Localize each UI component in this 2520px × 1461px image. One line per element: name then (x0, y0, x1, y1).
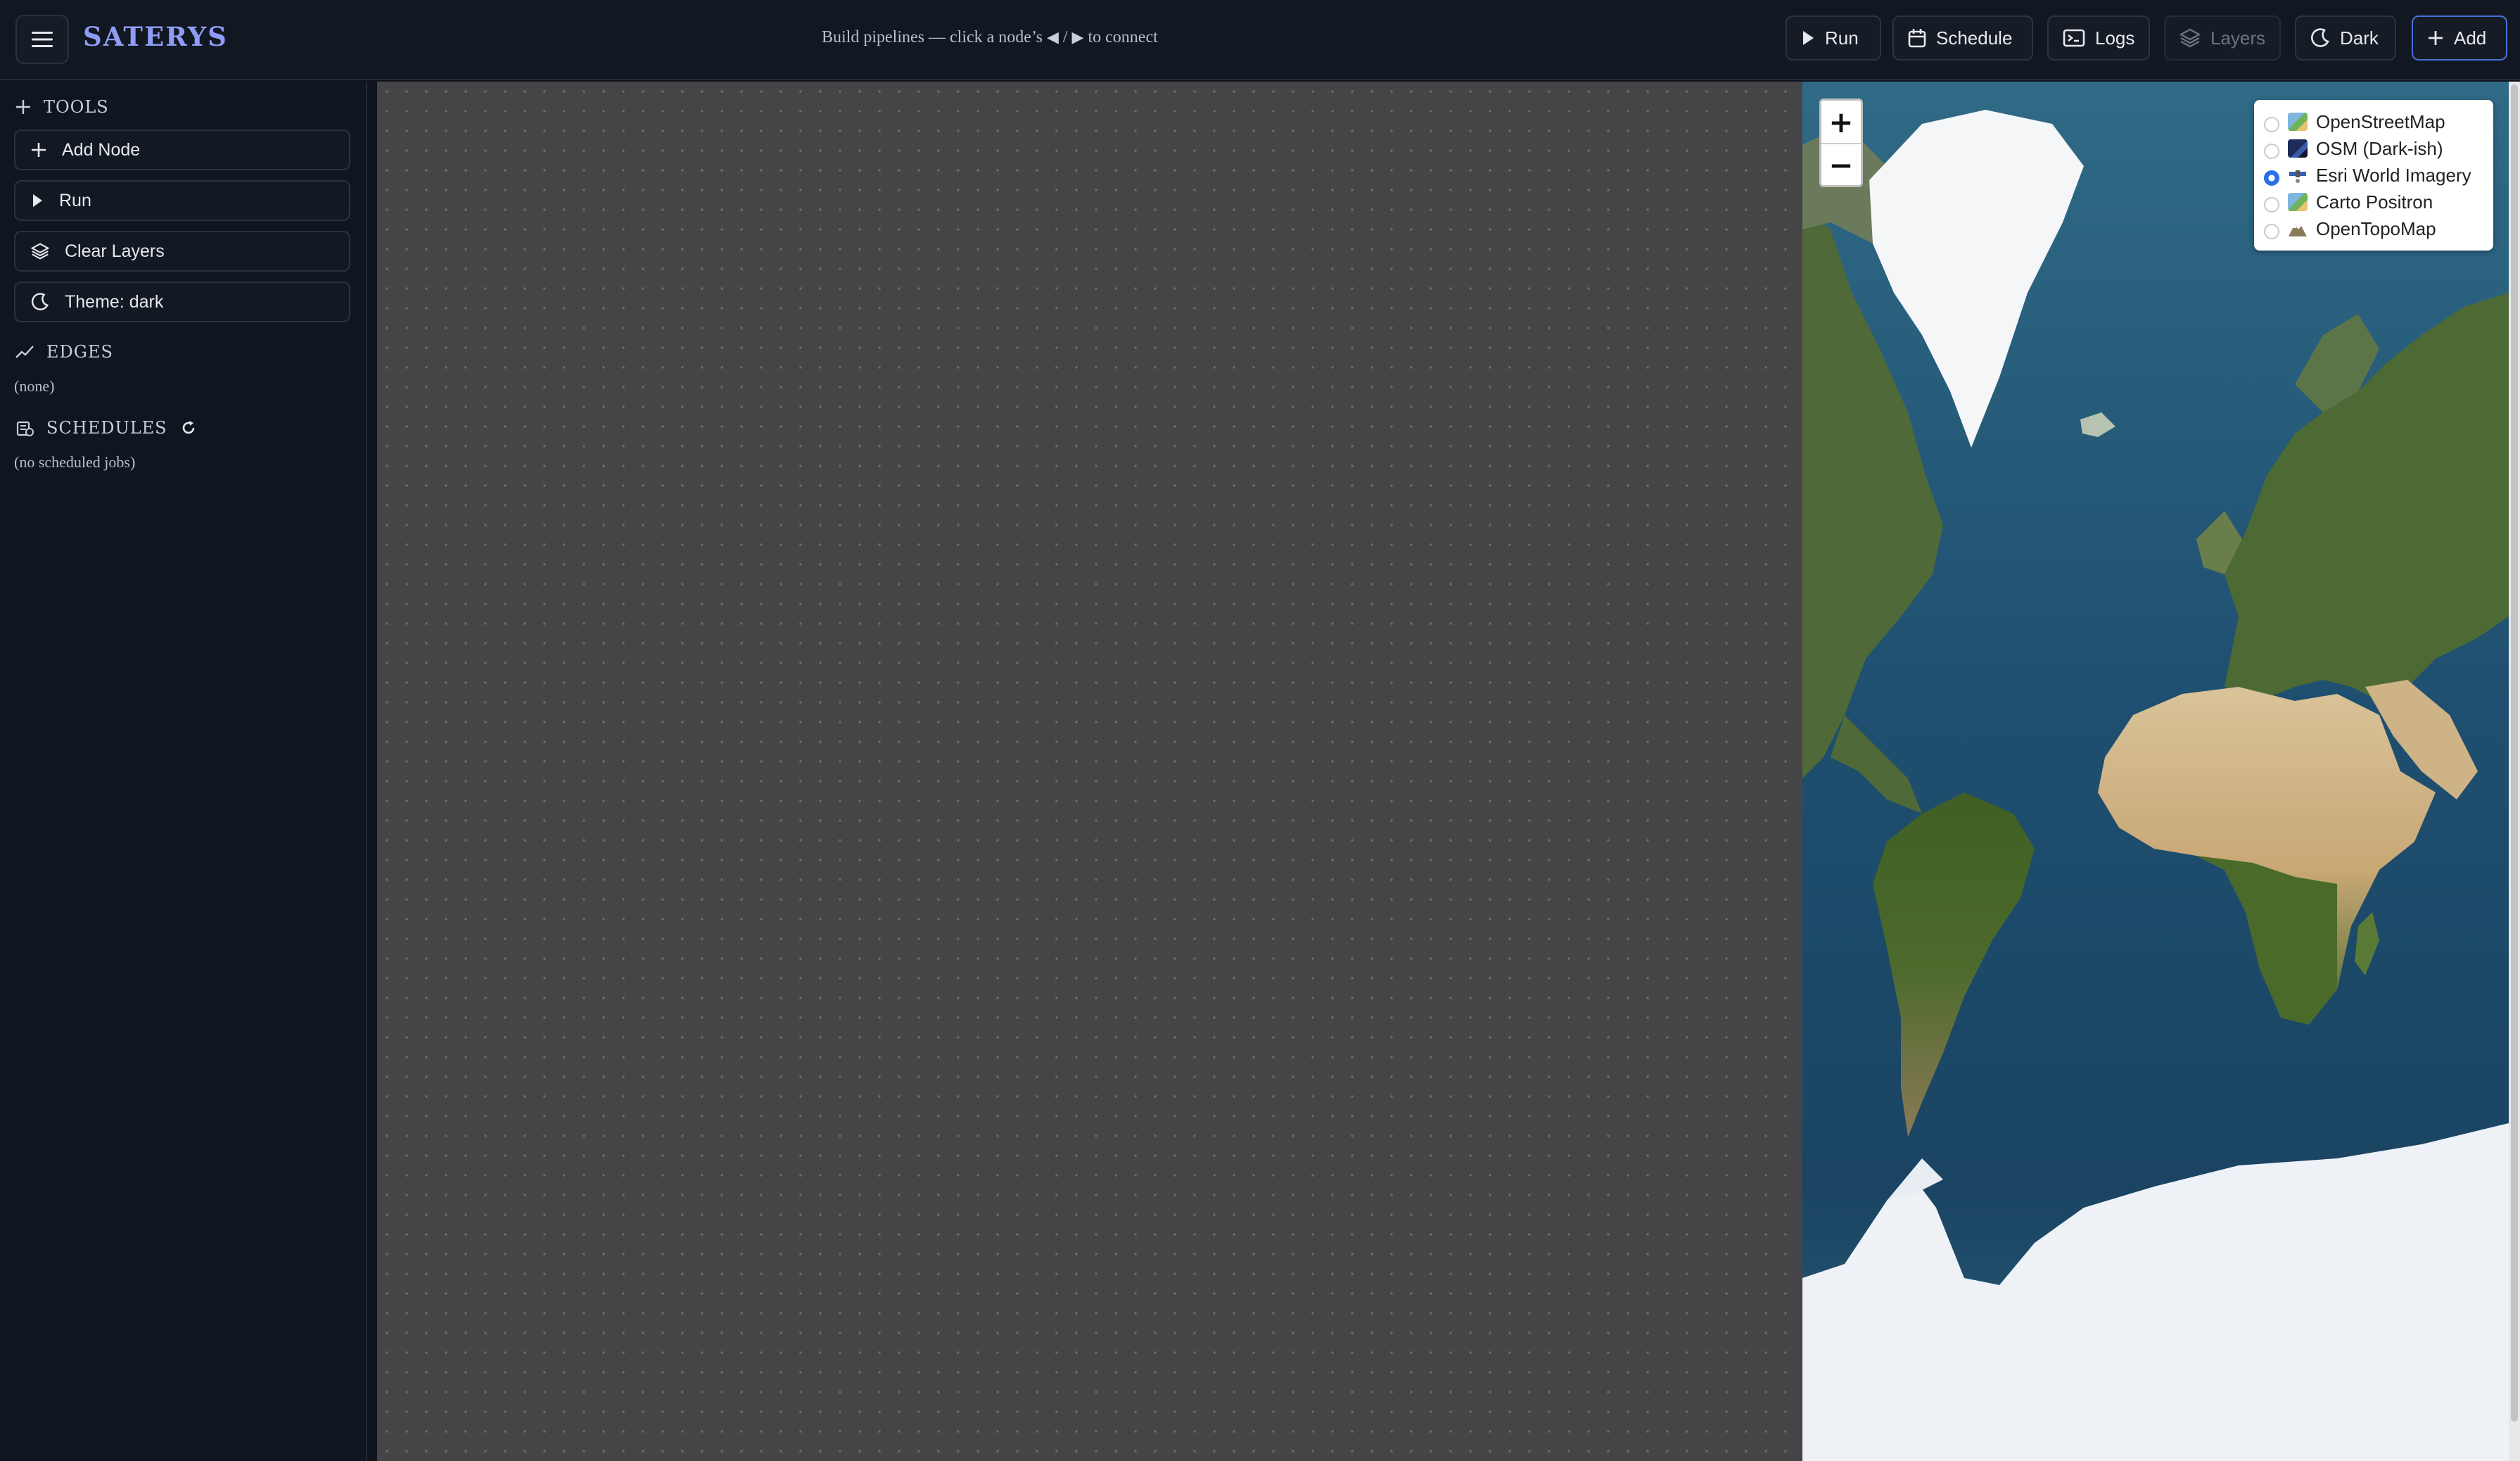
map-scrollbar-thumb[interactable] (2511, 84, 2518, 1422)
sidebar-run-button[interactable]: Run (14, 180, 350, 221)
basemap-selector: OpenStreetMap OSM (Dark-ish) Esri World … (2254, 100, 2493, 251)
basemap-option-esri-world-imagery[interactable]: Esri World Imagery (2264, 162, 2493, 189)
calendar-icon (1908, 29, 1926, 48)
schedules-title: SCHEDULES (46, 418, 167, 438)
mountain-emoji-icon (2288, 220, 2308, 238)
dark-theme-button[interactable]: Dark (2295, 15, 2396, 61)
moon-icon (2311, 28, 2329, 47)
left-triangle-icon: ◀ (1046, 28, 1059, 46)
sidebar: TOOLS Add Node Run Clear Layers Theme: d… (0, 82, 367, 1461)
basemap-label: OSM (Dark-ish) (2316, 137, 2443, 159)
basemap-label: Esri World Imagery (2316, 164, 2471, 186)
basemap-option-openstreetmap[interactable]: OpenStreetMap (2264, 108, 2493, 135)
basemap-label: OpenStreetMap (2316, 110, 2445, 132)
clear-layers-button[interactable]: Clear Layers (14, 231, 350, 272)
sidebar-run-label: Run (59, 190, 91, 210)
zoom-in-button[interactable]: + (1821, 101, 1861, 143)
satellite-basemap (1802, 82, 2509, 1461)
basemap-radio-selected[interactable] (2264, 170, 2279, 186)
menu-button[interactable] (15, 15, 69, 64)
plus-icon (16, 100, 30, 114)
schedule-button-label: Schedule (1936, 27, 2013, 49)
tools-section-header: TOOLS (15, 97, 109, 117)
plus-icon (32, 143, 46, 157)
logs-button[interactable]: Logs (2047, 15, 2150, 61)
map-emoji-icon (2288, 193, 2308, 211)
edges-section-header: EDGES (15, 342, 113, 362)
run-button-label: Run (1825, 27, 1859, 49)
plus-icon (2429, 31, 2443, 45)
schedules-empty-text: (no scheduled jobs) (14, 453, 136, 471)
add-node-button[interactable]: Add Node (14, 129, 350, 170)
basemap-radio[interactable] (2264, 117, 2279, 132)
hint-prefix: Build pipelines — click a node’s (822, 28, 1043, 46)
pipeline-canvas[interactable] (377, 82, 1802, 1461)
hint-suffix: to connect (1088, 28, 1158, 46)
basemap-option-opentopomap[interactable]: OpenTopoMap (2264, 215, 2493, 242)
right-triangle-icon: ▶ (1071, 28, 1084, 46)
connect-hint: Build pipelines — click a node’s ◀ / ▶ t… (822, 28, 1158, 47)
zoom-out-button[interactable]: − (1821, 143, 1861, 185)
basemap-option-osm-dark[interactable]: OSM (Dark-ish) (2264, 135, 2493, 162)
refresh-icon[interactable] (180, 419, 197, 436)
run-button[interactable]: Run (1786, 15, 1881, 61)
edges-title: EDGES (46, 342, 113, 362)
schedule-button[interactable]: Schedule (1892, 15, 2033, 61)
night-map-emoji-icon (2288, 139, 2308, 158)
zoom-control: + − (1819, 99, 1863, 187)
app-logo: SATERYS (83, 21, 228, 52)
add-node-label: Add Node (62, 139, 141, 160)
hamburger-icon (32, 32, 53, 47)
edges-empty-text: (none) (14, 377, 55, 395)
theme-toggle-button[interactable]: Theme: dark (14, 282, 350, 322)
tools-title: TOOLS (44, 97, 109, 117)
clear-layers-label: Clear Layers (65, 241, 165, 261)
basemap-label: OpenTopoMap (2316, 217, 2436, 239)
theme-toggle-label: Theme: dark (65, 291, 164, 312)
layers-icon (2179, 28, 2201, 48)
moon-icon (31, 293, 49, 310)
add-button-label: Add (2454, 27, 2487, 49)
basemap-radio[interactable] (2264, 197, 2279, 213)
layers-button-label: Layers (2210, 27, 2266, 49)
map-view[interactable] (1802, 82, 2509, 1461)
add-button[interactable]: Add (2412, 15, 2507, 61)
basemap-label: Carto Positron (2316, 191, 2433, 213)
schedules-section-header: SCHEDULES (15, 418, 197, 438)
trend-line-icon (15, 346, 34, 358)
top-bar: SATERYS Build pipelines — click a node’s… (0, 0, 2520, 80)
basemap-radio[interactable] (2264, 144, 2279, 159)
satellite-emoji-icon (2288, 166, 2308, 184)
terminal-icon (2063, 29, 2085, 47)
layers-button[interactable]: Layers (2164, 15, 2281, 61)
play-icon (33, 194, 42, 207)
map-scrollbar[interactable] (2509, 82, 2520, 1461)
dark-button-label: Dark (2340, 27, 2379, 49)
play-icon (1803, 31, 1814, 45)
map-emoji-icon (2288, 113, 2308, 131)
layers-icon (31, 243, 49, 260)
basemap-option-carto-positron[interactable]: Carto Positron (2264, 189, 2493, 215)
hint-separator: / (1062, 28, 1068, 46)
logs-button-label: Logs (2095, 27, 2135, 49)
basemap-radio[interactable] (2264, 224, 2279, 239)
schedule-list-icon (16, 421, 34, 436)
